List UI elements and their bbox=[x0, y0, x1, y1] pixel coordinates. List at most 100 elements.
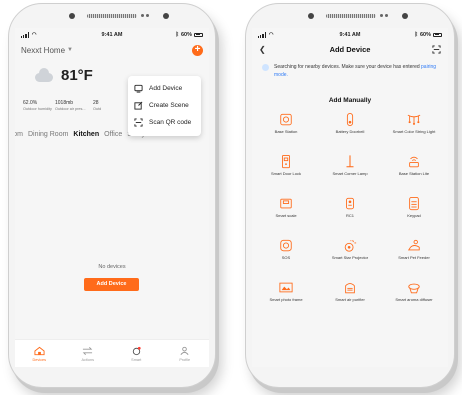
air-purifier-icon bbox=[345, 283, 355, 294]
third-stat-value: 28 bbox=[93, 100, 99, 106]
remote-icon bbox=[346, 197, 354, 210]
nav-devices[interactable]: Devices bbox=[15, 340, 64, 367]
battery-icon bbox=[194, 32, 203, 37]
profile-icon bbox=[180, 346, 189, 355]
searching-notice: Searching for nearby devices. Make sure … bbox=[252, 57, 448, 79]
device-door-lock[interactable]: Smart Door Lock bbox=[254, 154, 318, 192]
right-phone: ◠ 9:41 AM ᛒ 60% ❮ Add Device Searching f… bbox=[245, 3, 455, 388]
section-title: Add Manually bbox=[328, 97, 372, 104]
device-base-station[interactable]: Base Station bbox=[254, 112, 318, 150]
add-device-button[interactable]: Add Device bbox=[84, 278, 139, 291]
swap-icon bbox=[82, 346, 93, 355]
tab-dining-room[interactable]: Dining Room bbox=[28, 131, 68, 138]
home-screen: ◠ 9:41 AM ᛒ 60% Nexxt Home ▼ + 81°F 62.0… bbox=[15, 28, 209, 367]
string-light-icon bbox=[407, 114, 421, 125]
smart-icon bbox=[132, 346, 141, 355]
front-camera-icon bbox=[402, 13, 408, 19]
device-base-station-lite[interactable]: Base Station Lite bbox=[382, 154, 446, 192]
searching-icon bbox=[262, 64, 269, 71]
device-photo-frame[interactable]: Smart photo frame bbox=[254, 280, 318, 318]
pressure-label: Outdoor air pres... bbox=[55, 107, 86, 111]
device-label: Battery Doorbell bbox=[335, 129, 365, 134]
sensor-dot bbox=[146, 14, 149, 17]
device-keypad[interactable]: Keypad bbox=[382, 196, 446, 234]
left-phone: ◠ 9:41 AM ᛒ 60% Nexxt Home ▼ + 81°F 62.0… bbox=[8, 3, 216, 388]
searching-text: Searching for nearby devices. Make sure … bbox=[274, 64, 420, 70]
base-station-icon bbox=[280, 113, 292, 126]
scan-qr-icon bbox=[134, 118, 143, 127]
scale-icon bbox=[280, 198, 292, 209]
third-stat-label: Outd bbox=[93, 107, 102, 111]
base-station-lite-icon bbox=[409, 156, 419, 168]
device-label: Smart Corner Lamp bbox=[332, 171, 368, 176]
bottom-nav: Devices Actions Smart Profile bbox=[15, 339, 209, 367]
menu-scan-qr-label: Scan QR code bbox=[149, 119, 192, 126]
device-label: Smart aroma diffuser bbox=[395, 297, 433, 302]
humidity-value: 62.0% bbox=[23, 100, 38, 106]
menu-create-scene[interactable]: Create Scene bbox=[134, 97, 195, 114]
nav-profile[interactable]: Profile bbox=[161, 340, 210, 367]
status-bar: ◠ 9:41 AM ᛒ 60% bbox=[15, 28, 209, 41]
menu-add-device[interactable]: Add Device bbox=[134, 80, 195, 97]
front-camera-icon bbox=[163, 13, 169, 19]
menu-scan-qr[interactable]: Scan QR code bbox=[134, 114, 195, 131]
tab-room[interactable]: room bbox=[15, 131, 23, 138]
star-projector-icon bbox=[344, 240, 357, 252]
device-air-purifier[interactable]: Smart air purifier bbox=[318, 280, 382, 318]
pet-feeder-icon bbox=[407, 239, 420, 251]
scan-icon[interactable] bbox=[432, 44, 441, 54]
aroma-diffuser-icon bbox=[408, 283, 420, 294]
battery-icon bbox=[433, 32, 442, 37]
device-label: Smart Star Projector bbox=[331, 255, 369, 260]
device-label: Smart Color String Light bbox=[392, 129, 436, 134]
menu-add-device-label: Add Device bbox=[149, 85, 183, 92]
menu-create-scene-label: Create Scene bbox=[149, 102, 189, 109]
device-label: RC1 bbox=[345, 213, 354, 218]
corner-lamp-icon bbox=[346, 155, 354, 168]
nav-actions[interactable]: Actions bbox=[64, 340, 113, 367]
device-rc1[interactable]: RC1 bbox=[318, 196, 382, 234]
device-smart-scale[interactable]: Smart scale bbox=[254, 196, 318, 234]
nav-smart[interactable]: Smart bbox=[112, 340, 161, 367]
device-aroma-diffuser[interactable]: Smart aroma diffuser bbox=[382, 280, 446, 318]
add-menu: Add Device Create Scene Scan QR code bbox=[128, 76, 201, 136]
sos-icon bbox=[280, 239, 292, 252]
speaker-grill bbox=[326, 14, 376, 18]
device-label: SOS bbox=[281, 255, 291, 260]
pressure-value: 1018mb bbox=[55, 100, 74, 106]
tab-office[interactable]: Office bbox=[104, 131, 122, 138]
sensor-dot bbox=[141, 14, 144, 17]
chevron-down-icon[interactable]: ▼ bbox=[67, 47, 73, 53]
add-device-screen: ◠ 9:41 AM ᛒ 60% ❮ Add Device Searching f… bbox=[252, 28, 448, 367]
create-scene-icon bbox=[134, 101, 143, 110]
device-label: Smart photo frame bbox=[269, 297, 303, 302]
device-label: Smart air purifier bbox=[335, 297, 365, 302]
device-label: Smart scale bbox=[275, 213, 297, 218]
device-star-projector[interactable]: Smart Star Projector bbox=[318, 238, 382, 276]
tab-kitchen[interactable]: Kitchen bbox=[73, 131, 99, 138]
add-device-header: ❮ Add Device bbox=[252, 41, 448, 57]
keypad-icon bbox=[409, 196, 419, 211]
plus-icon[interactable]: + bbox=[192, 44, 203, 56]
device-label: Base Station Lite bbox=[398, 171, 430, 176]
status-time: 9:41 AM bbox=[101, 31, 123, 38]
camera-icon bbox=[69, 13, 75, 19]
device-label: Base Station bbox=[274, 129, 298, 134]
device-string-light[interactable]: Smart Color String Light bbox=[382, 112, 446, 150]
back-arrow-icon[interactable]: ❮ bbox=[259, 45, 266, 54]
temperature: 81°F bbox=[61, 67, 93, 84]
device-corner-lamp[interactable]: Smart Corner Lamp bbox=[318, 154, 382, 192]
speaker-grill bbox=[87, 14, 137, 18]
device-grid: Base Station Battery Doorbell Smart Colo… bbox=[252, 112, 448, 318]
status-time: 9:41 AM bbox=[339, 31, 361, 38]
nav-devices-label: Devices bbox=[32, 357, 46, 362]
door-lock-icon bbox=[282, 154, 290, 169]
device-sos[interactable]: SOS bbox=[254, 238, 318, 276]
home-header: Nexxt Home ▼ + bbox=[15, 41, 209, 59]
nav-profile-label: Profile bbox=[179, 357, 191, 362]
device-battery-doorbell[interactable]: Battery Doorbell bbox=[318, 112, 382, 150]
device-pet-feeder[interactable]: Smart Pet Feeder bbox=[382, 238, 446, 276]
empty-state-text: No devices bbox=[98, 264, 126, 270]
home-selector[interactable]: Nexxt Home bbox=[21, 46, 65, 55]
sensor-dot bbox=[385, 14, 388, 17]
